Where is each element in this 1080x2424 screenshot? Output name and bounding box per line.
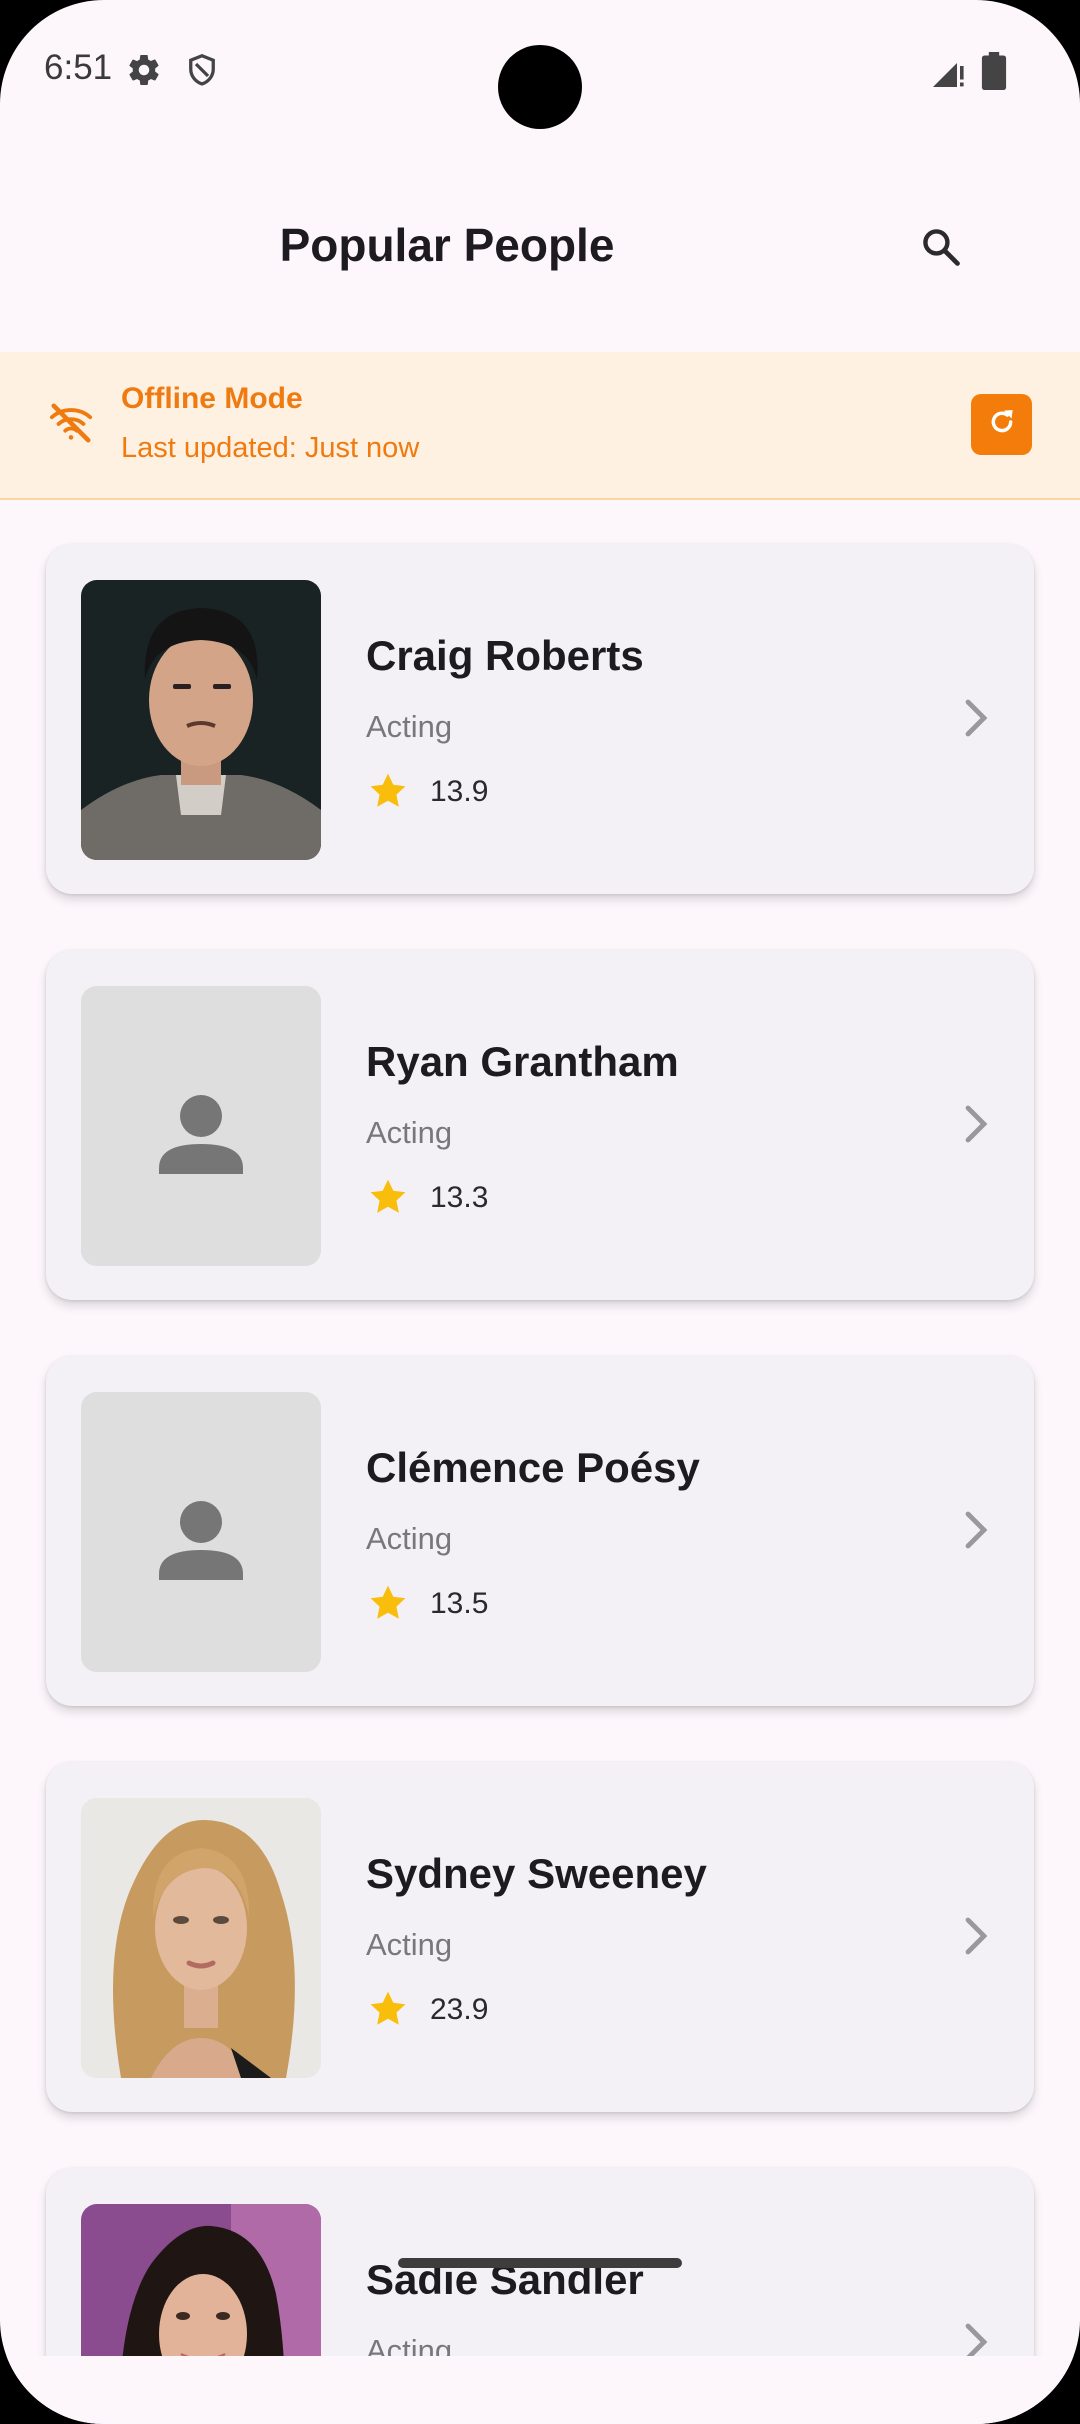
star-icon [366,769,410,818]
chevron-right-icon [956,1102,996,1151]
status-time: 6:51 [44,48,113,87]
chevron-right-icon [956,1914,996,1963]
signal-icon [930,54,966,95]
refresh-button[interactable] [971,394,1032,455]
app-screen: 6:51 Popular People Offline Mode Last up… [0,0,1080,2424]
star-icon [366,1175,410,1224]
wifi-off-icon [48,400,94,451]
refresh-icon [986,406,1018,443]
navigation-bar [0,2356,1080,2424]
chevron-right-icon [956,1508,996,1557]
last-updated-text: Last updated: Just now [121,432,420,464]
chevron-right-icon [956,696,996,745]
star-icon [366,1581,410,1630]
battery-icon [980,52,1008,95]
person-department: Acting [366,1927,453,1962]
person-card[interactable]: Ryan Grantham Acting 13.3 [46,950,1034,1300]
shield-icon [184,52,220,93]
person-name: Clémence Poésy [366,1444,700,1491]
person-rating: 13.3 [430,1181,489,1214]
person-card[interactable]: Craig Roberts Acting 13.9 [46,544,1034,894]
person-department: Acting [366,1521,453,1556]
person-card[interactable]: Clémence Poésy Acting 13.5 [46,1356,1034,1706]
offline-banner [0,352,1080,500]
person-rating: 13.9 [430,775,489,808]
person-rating: 13.5 [430,1587,489,1620]
person-name: Sydney Sweeney [366,1850,707,1897]
person-department: Acting [366,709,453,744]
front-camera [498,45,582,129]
person-name: Craig Roberts [366,632,644,679]
profile-placeholder [81,986,321,1266]
page-title: Popular People [279,219,615,271]
star-icon [366,1987,410,2036]
status-bar: 6:51 [0,0,1080,140]
profile-placeholder [81,1392,321,1672]
person-rating: 23.9 [430,1993,489,2026]
offline-title: Offline Mode [121,382,303,415]
profile-photo [81,1798,321,2078]
person-name: Ryan Grantham [366,1038,679,1085]
person-card[interactable]: Sydney Sweeney Acting 23.9 [46,1762,1034,2112]
person-department: Acting [366,1115,453,1150]
home-gesture-handle[interactable] [398,2258,682,2268]
search-button[interactable] [910,218,972,280]
profile-photo [81,580,321,860]
settings-icon [126,52,162,93]
search-icon [919,225,963,274]
